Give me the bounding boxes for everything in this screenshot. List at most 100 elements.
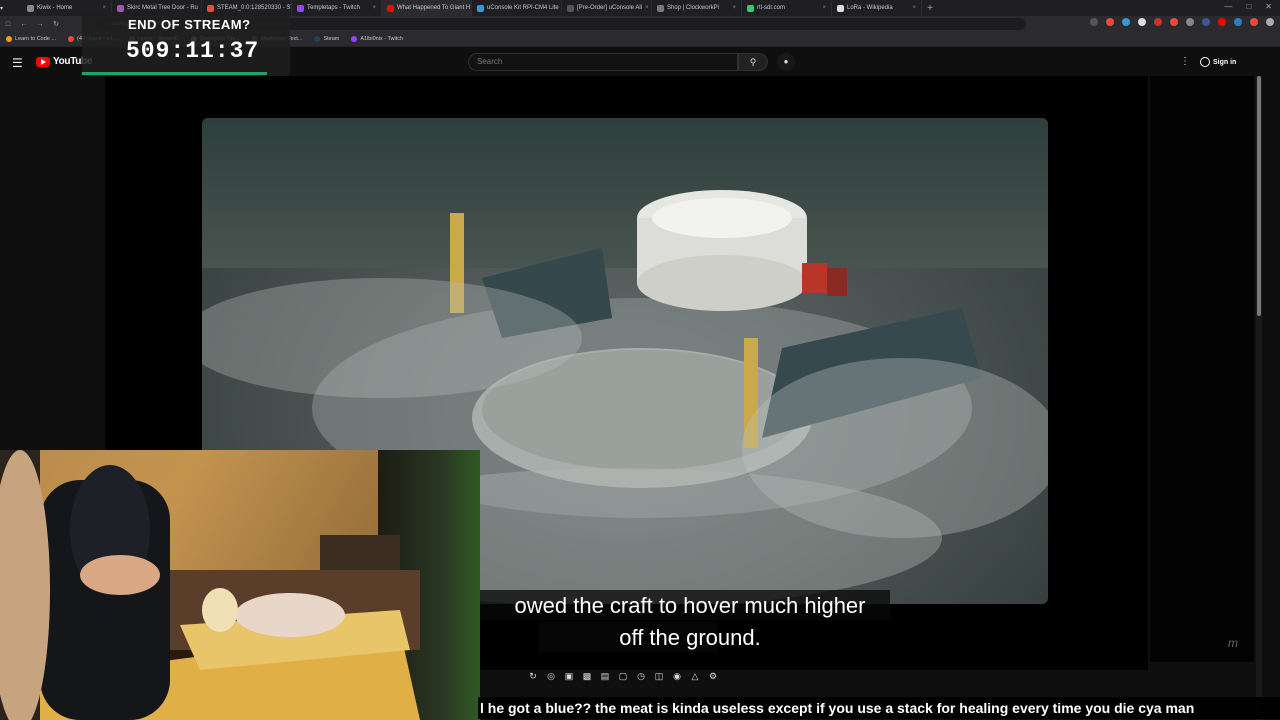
- scrollbar-thumb[interactable]: [1257, 76, 1261, 316]
- webcam-scene: [0, 450, 420, 720]
- new-tab-button[interactable]: +: [922, 3, 938, 14]
- browser-tab[interactable]: LoRa - Wikipedia ×: [832, 0, 922, 16]
- tab-close-icon[interactable]: ×: [102, 5, 106, 11]
- browser-tab[interactable]: Shop | ClockworkPi ×: [652, 0, 742, 16]
- extension-icon[interactable]: [1218, 18, 1226, 26]
- bookmark-favicon-icon: [314, 36, 321, 42]
- settings-icon[interactable]: ⚙: [706, 671, 720, 682]
- tab-menu-icon[interactable]: ▾: [0, 5, 22, 12]
- extension-icon[interactable]: [1234, 18, 1242, 26]
- bookmark-favicon-icon: [67, 36, 74, 42]
- profile-icon[interactable]: [1266, 18, 1274, 26]
- tab-close-icon[interactable]: ×: [732, 5, 736, 11]
- tab-favicon-icon: [27, 4, 34, 12]
- microphone-icon: ●: [783, 57, 789, 66]
- back-icon[interactable]: ←: [16, 21, 32, 28]
- user-icon: [1200, 57, 1210, 67]
- extension-icon[interactable]: [1138, 18, 1146, 26]
- tab-favicon-icon: [297, 4, 304, 12]
- bookmark-item[interactable]: Steam: [314, 36, 339, 42]
- sign-in-button[interactable]: Sign in: [1200, 54, 1236, 70]
- speed-icon[interactable]: ◷: [634, 671, 648, 682]
- bookmark-favicon-icon: [6, 36, 12, 42]
- tab-favicon-icon: [117, 4, 124, 12]
- tab-favicon-icon: [747, 4, 754, 12]
- download-icon[interactable]: [1090, 18, 1098, 26]
- search-button[interactable]: ⚲: [738, 53, 768, 71]
- stream-overlay: END OF STREAM? 509:11:37: [82, 12, 290, 76]
- clip-icon[interactable]: ▩: [580, 671, 594, 682]
- extension-icon[interactable]: [1250, 18, 1258, 26]
- pip-icon[interactable]: ▤: [598, 671, 612, 682]
- filter-icon[interactable]: △: [688, 671, 702, 682]
- tab-close-icon[interactable]: ×: [645, 5, 649, 11]
- tab-close-icon[interactable]: ×: [822, 5, 826, 11]
- video-subtitles: owed the craft to hover much higher off …: [480, 590, 900, 654]
- screen: ▾ Kiwix - Home × Skirc Metal Tree Door - Ru…: [0, 0, 1280, 720]
- stream-timer: 509:11:37: [126, 38, 260, 64]
- tab-title: [Pre-Order] uConsole All: [577, 5, 643, 11]
- tab-title: uConsole Kit RPI-CM4 Lite: [487, 5, 559, 11]
- extension-icon[interactable]: [1186, 18, 1194, 26]
- menu-icon[interactable]: ☰: [12, 56, 23, 70]
- window-icon[interactable]: ▢: [616, 671, 630, 682]
- minimize-icon[interactable]: —: [1224, 2, 1232, 11]
- stream-title: END OF STREAM?: [128, 17, 251, 32]
- voice-search-button[interactable]: ●: [777, 53, 795, 71]
- extensions-area: [1090, 18, 1274, 26]
- tab-close-icon[interactable]: ×: [372, 5, 376, 11]
- extension-icon[interactable]: [1122, 18, 1130, 26]
- tab-favicon-icon: [837, 4, 844, 12]
- player-toolbar: ↻ ◎ ▣ ▩ ▤ ▢ ◷ ◫ ◉ △ ⚙: [526, 667, 730, 685]
- browser-tab[interactable]: rtl-sdr.com ×: [742, 0, 832, 16]
- extension-icon[interactable]: [1170, 18, 1178, 26]
- subtitle-line: owed the craft to hover much higher: [514, 593, 866, 618]
- sign-in-label: Sign in: [1213, 58, 1237, 66]
- browser-tab[interactable]: What Happened To Giant H×: [382, 0, 472, 16]
- more-options-icon[interactable]: ⋮: [1180, 56, 1190, 67]
- reload-icon[interactable]: ↻: [48, 20, 64, 28]
- tab-close-icon[interactable]: ×: [912, 5, 916, 11]
- tab-title: rtl-sdr.com: [757, 5, 786, 11]
- tab-title: Kiwix - Home: [37, 5, 73, 11]
- maximize-icon[interactable]: □: [1246, 2, 1251, 11]
- forward-icon[interactable]: →: [32, 21, 48, 28]
- sidebar-toggle-icon[interactable]: □: [0, 21, 16, 28]
- extension-icon[interactable]: [1202, 18, 1210, 26]
- screenshot-icon[interactable]: ▣: [562, 671, 576, 682]
- tab-title: What Happened To Giant H: [397, 5, 471, 11]
- tab-title: Skirc Metal Tree Door - Ru: [127, 5, 199, 11]
- bookmark-favicon-icon: [351, 36, 358, 42]
- webcam-overlay: [0, 450, 480, 720]
- bookmark-item[interactable]: A1lbi0nix - Twitch: [351, 36, 403, 42]
- loop-icon[interactable]: ↻: [526, 671, 540, 682]
- channel-watermark-icon[interactable]: m: [1228, 636, 1238, 650]
- tab-title: Templetaps - Twitch: [307, 5, 360, 11]
- bookmark-label: Steam: [323, 36, 340, 42]
- subtitle-line: off the ground.: [619, 625, 761, 650]
- search-icon: ⚲: [749, 57, 757, 67]
- close-icon[interactable]: ✕: [1265, 2, 1272, 11]
- player-side-panel: [1150, 76, 1254, 662]
- search-input[interactable]: Search: [468, 53, 738, 71]
- chat-message: l he got a blue?? the meat is kinda usel…: [478, 697, 1280, 719]
- audio-icon[interactable]: ◎: [544, 671, 558, 682]
- extension-icon[interactable]: [1106, 18, 1114, 26]
- stream-progress-bar: [82, 72, 267, 75]
- window-controls: — □ ✕: [1224, 2, 1272, 11]
- browser-tab[interactable]: [Pre-Order] uConsole All ×: [562, 0, 652, 16]
- tab-favicon-icon: [387, 4, 394, 12]
- browser-tab[interactable]: Templetaps - Twitch ×: [292, 0, 382, 16]
- tab-favicon-icon: [207, 4, 214, 12]
- bookmark-item[interactable]: Learn to Code ...: [6, 36, 56, 42]
- camera-icon[interactable]: ◉: [670, 671, 684, 682]
- rotate-icon[interactable]: ◫: [652, 671, 666, 682]
- youtube-play-icon: [36, 56, 50, 67]
- tab-favicon-icon: [477, 4, 484, 12]
- tab-favicon-icon: [567, 4, 574, 12]
- bookmark-label: A1lbi0nix - Twitch: [360, 36, 404, 42]
- tab-favicon-icon: [657, 4, 664, 12]
- browser-tab[interactable]: uConsole Kit RPI-CM4 Lite×: [472, 0, 562, 16]
- extension-icon[interactable]: [1154, 18, 1162, 26]
- tab-title: STEAM_0:0:128520330 - ST: [217, 5, 292, 11]
